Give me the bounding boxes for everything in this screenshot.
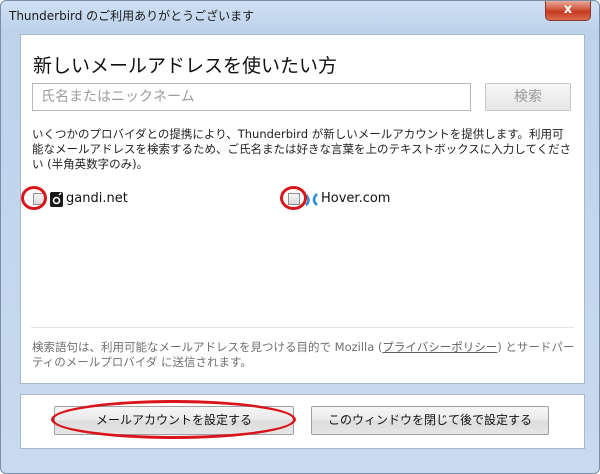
window-title: Thunderbird のご利用ありがとうございます xyxy=(9,9,255,23)
gandi-logo-icon xyxy=(50,192,63,207)
provider-gandi-checkbox[interactable] xyxy=(33,193,45,205)
privacy-note: 検索語句は、利用可能なメールアドレスを見つける目的で Mozilla (プライバ… xyxy=(32,340,575,370)
provider-hover-checkbox[interactable] xyxy=(288,193,300,205)
setup-account-button[interactable]: メールアカウントを設定する xyxy=(54,406,294,435)
welcome-dialog: Thunderbird のご利用ありがとうございます x 新しいメールアドレスを… xyxy=(0,0,600,474)
new-address-panel: 新しいメールアドレスを使いたい方 検索 いくつかのプロバイダとの提携により、Th… xyxy=(20,34,585,384)
close-and-setup-later-button[interactable]: このウィンドウを閉じて後で設定する xyxy=(311,406,549,435)
page-title: 新しいメールアドレスを使いたい方 xyxy=(33,55,338,77)
hover-logo-icon xyxy=(305,193,318,207)
action-panel: メールアカウントを設定する このウィンドウを閉じて後で設定する xyxy=(20,394,585,449)
privacy-policy-link[interactable]: プライバシーポリシー xyxy=(382,340,497,354)
name-input[interactable] xyxy=(32,83,471,111)
provider-hover-name: Hover.com xyxy=(321,191,391,206)
description-text: いくつかのプロバイダとの提携により、Thunderbird が新しいメールアカウ… xyxy=(32,127,572,171)
search-button[interactable]: 検索 xyxy=(485,83,571,111)
provider-gandi-name: gandi.net xyxy=(66,191,128,206)
title-bar[interactable]: Thunderbird のご利用ありがとうございます x xyxy=(1,1,599,29)
privacy-note-prefix: 検索語句は、利用可能なメールアドレスを見つける目的で Mozilla ( xyxy=(32,340,383,354)
divider xyxy=(31,327,574,328)
window-close-button[interactable]: x xyxy=(545,1,591,21)
